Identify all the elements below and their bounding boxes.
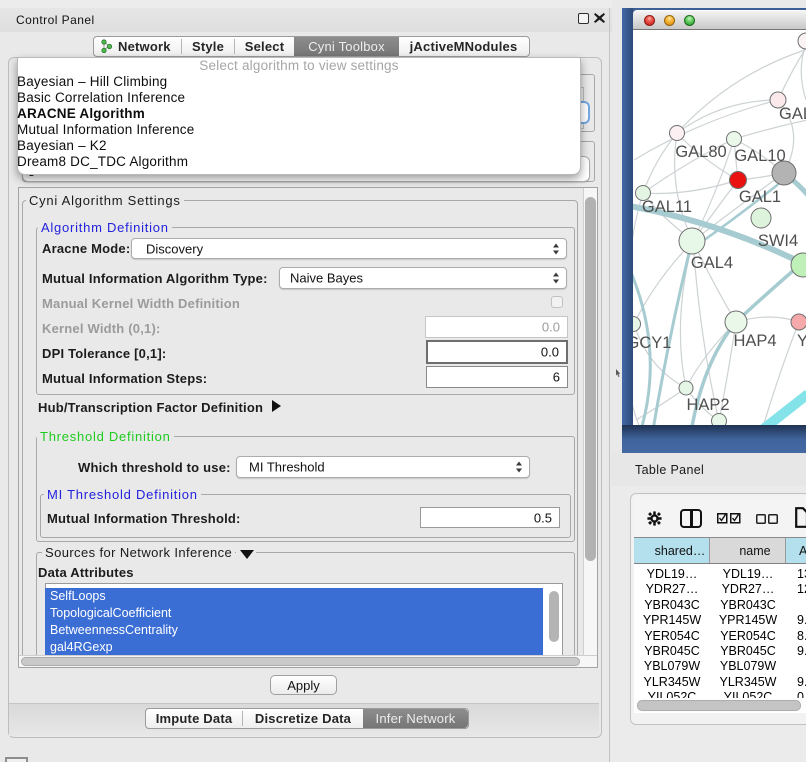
- svg-text:GAL4: GAL4: [691, 254, 733, 272]
- svg-text:GAL10: GAL10: [734, 147, 785, 165]
- svg-text:HAP4: HAP4: [733, 332, 776, 350]
- svg-text:HAP2: HAP2: [686, 396, 729, 414]
- svg-text:GAL1: GAL1: [739, 188, 781, 206]
- svg-text:YM: YM: [797, 332, 806, 350]
- svg-text:GAL2: GAL2: [779, 105, 806, 123]
- svg-text:GAL11: GAL11: [642, 198, 692, 216]
- svg-text:GCY1: GCY1: [633, 334, 671, 352]
- svg-text:GAL80: GAL80: [675, 143, 726, 161]
- svg-text:SWI4: SWI4: [758, 232, 798, 250]
